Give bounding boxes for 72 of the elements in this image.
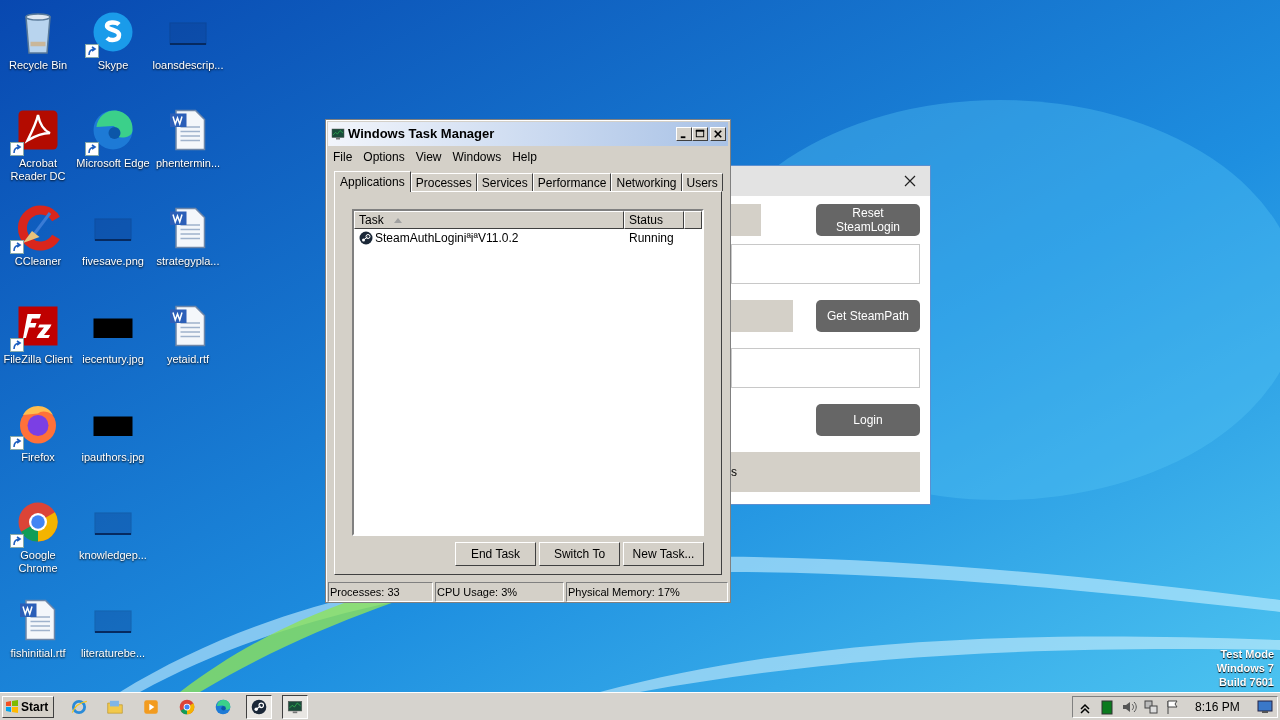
start-button[interactable]: Start	[2, 695, 54, 718]
tab[interactable]: Networking	[611, 173, 682, 192]
steam-icon	[358, 230, 374, 247]
app-button[interactable]: Get SteamPath	[816, 300, 920, 332]
input-field[interactable]	[731, 244, 920, 284]
window-title: Windows Task Manager	[348, 125, 496, 144]
maximize-icon[interactable]	[692, 126, 708, 141]
show-desktop-icon[interactable]	[1257, 699, 1273, 714]
taskbar-button[interactable]	[246, 694, 272, 719]
menu-item[interactable]: Windows	[447, 147, 507, 166]
status-field: CPU Usage: 3%	[435, 582, 564, 602]
icon-label[interactable]: Firefox	[21, 451, 55, 464]
column-header[interactable]: Status	[624, 211, 684, 230]
column-header-label: Task	[359, 212, 384, 230]
icon-label[interactable]: FileZilla Client	[3, 353, 73, 366]
tab[interactable]: Performance	[532, 173, 612, 192]
icon-label[interactable]: Microsoft Edge	[76, 157, 150, 170]
icon-label[interactable]: strategypla...	[156, 255, 220, 268]
watermark-text: Build 7601	[1218, 675, 1274, 689]
monitor-icon	[330, 125, 346, 142]
minimize-icon[interactable]	[676, 126, 692, 141]
icon-label[interactable]: iecentury.jpg	[82, 353, 144, 366]
flag-icon[interactable]	[1165, 698, 1181, 715]
icon-label[interactable]: Google Chrome	[0, 549, 76, 575]
task-status: Running	[628, 230, 674, 248]
icon-label[interactable]: yetaid.rtf	[166, 353, 210, 366]
icon-label[interactable]: phentermin...	[155, 157, 221, 170]
taskbar-button[interactable]	[282, 694, 308, 719]
tab[interactable]: Applications	[334, 171, 411, 193]
status-text: s	[731, 464, 737, 481]
menu-item[interactable]: View	[410, 147, 447, 166]
clock[interactable]: 8:16 PM	[1195, 697, 1240, 716]
icon-label[interactable]: Acrobat Reader DC	[0, 157, 76, 183]
browser-icon	[214, 697, 232, 716]
tab[interactable]: Users	[681, 173, 723, 192]
app-button[interactable]: Login	[816, 404, 920, 436]
menu-item[interactable]: File	[328, 147, 358, 166]
column-header[interactable]: Task	[354, 211, 624, 230]
column-header-label: Status	[629, 212, 664, 230]
app-button[interactable]: Reset SteamLogin	[816, 204, 920, 236]
steam-icon	[250, 697, 268, 716]
icon-label[interactable]: CCleaner	[14, 255, 62, 268]
menu-item[interactable]: Options	[358, 147, 410, 166]
icon-label[interactable]: literaturebe...	[80, 647, 146, 660]
browser-icon	[178, 697, 196, 716]
status-field: Physical Memory: 17%	[566, 582, 728, 602]
icon-label[interactable]: ipauthors.jpg	[81, 451, 145, 464]
task-name: SteamAuthLoginiªiªV11.0.2	[375, 230, 519, 248]
icon-label[interactable]: knowledgep...	[79, 549, 147, 562]
status-field: Processes: 33	[328, 582, 433, 602]
media-player-icon	[142, 697, 160, 716]
menu-item[interactable]: Help	[507, 147, 542, 166]
close-icon[interactable]	[904, 175, 916, 187]
tab[interactable]: Processes	[410, 173, 477, 192]
tab[interactable]: Services	[476, 173, 533, 192]
icon-label[interactable]: Recycle Bin	[8, 59, 68, 72]
sort-arrow-icon	[393, 217, 402, 223]
dialog-button[interactable]: End Task	[455, 542, 536, 567]
icon-label[interactable]: Skype	[97, 59, 129, 72]
windows-logo-icon	[5, 699, 19, 714]
icon-label[interactable]: fishinitial.rtf	[10, 647, 66, 660]
watermark-text: Test Mode	[1220, 647, 1274, 661]
browser-icon	[70, 697, 88, 716]
icon-label[interactable]: fivesave.png	[82, 255, 144, 268]
watermark-text: Windows 7	[1216, 661, 1274, 675]
input-field[interactable]	[731, 348, 920, 388]
dialog-button[interactable]: New Task...	[623, 542, 704, 567]
network-icon[interactable]	[1143, 698, 1159, 715]
status-square-icon[interactable]	[1099, 698, 1115, 715]
dialog-button[interactable]: Switch To	[539, 542, 620, 567]
list-row[interactable]: SteamAuthLoginiªiªV11.0.2 Running	[354, 229, 702, 248]
icon-label[interactable]: loansdescrip...	[152, 59, 224, 72]
